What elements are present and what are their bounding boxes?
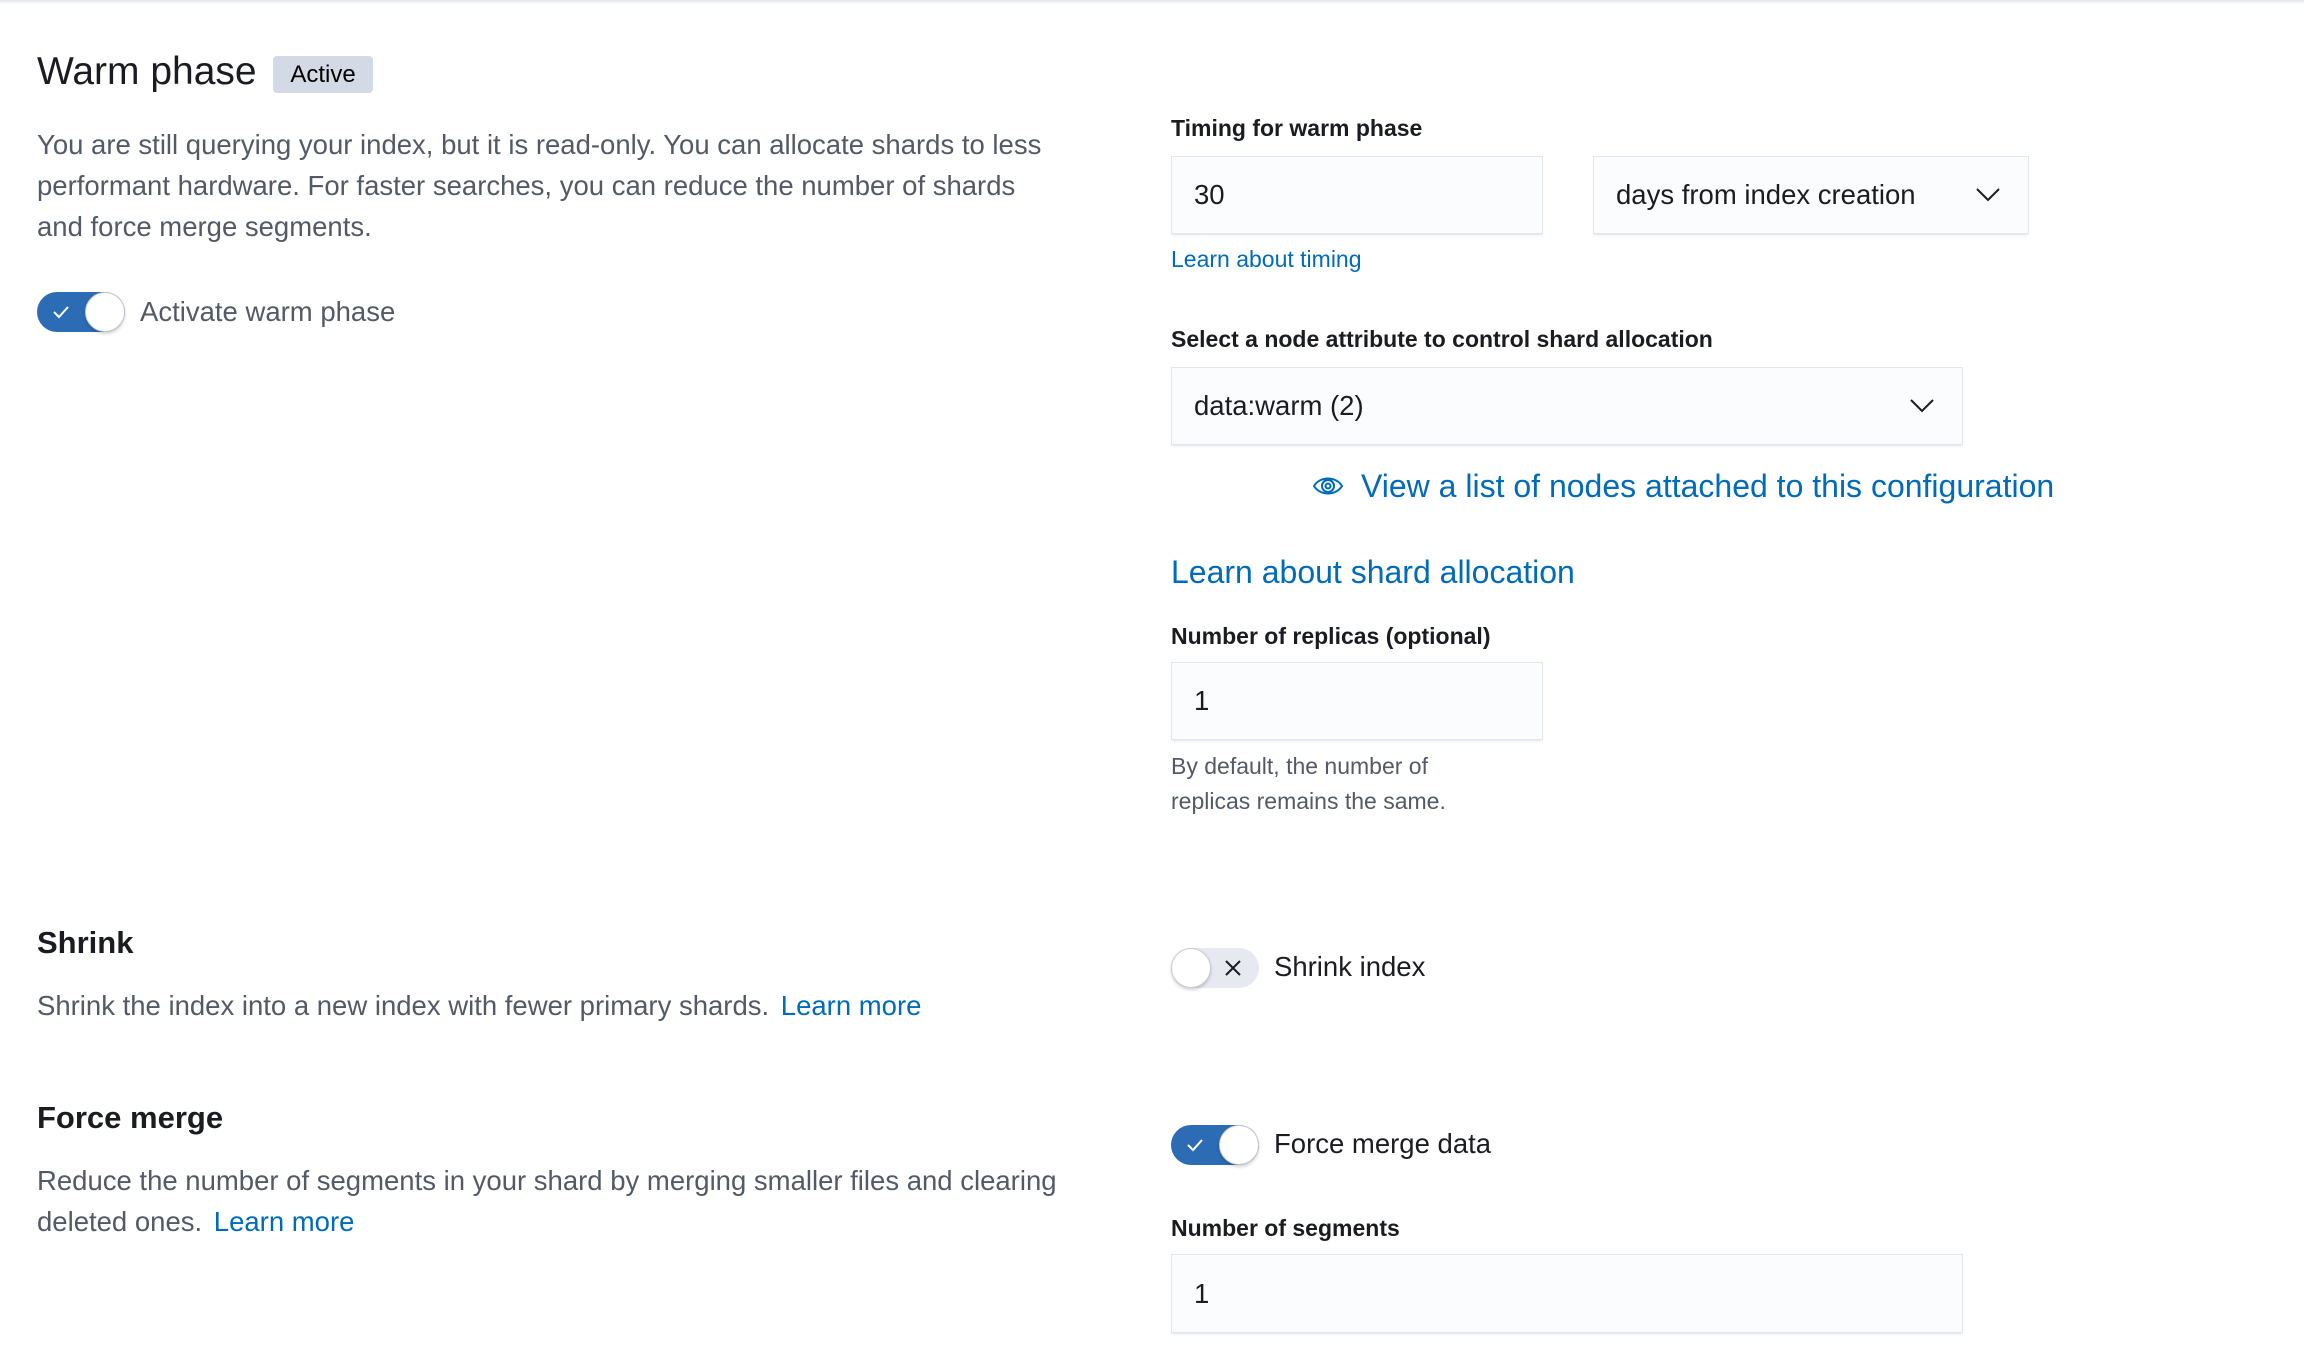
status-badge: Active [273, 56, 373, 93]
check-icon [53, 306, 69, 319]
phase-description-line-3: and force merge segments. [37, 211, 372, 242]
replicas-help-line-2: replicas remains the same. [1171, 788, 1446, 814]
allocation-label: Select a node attribute to control shard… [1171, 326, 1713, 352]
force-merge-heading: Force merge [37, 1100, 224, 1135]
force-merge-learn-more-link[interactable]: Learn more [214, 1206, 355, 1237]
replicas-input[interactable]: 1 [1171, 662, 1543, 740]
top-divider [0, 0, 2304, 4]
toggle-knob [85, 292, 125, 332]
shrink-description: Shrink the index into a new index with f… [37, 985, 921, 1026]
segments-value: 1 [1194, 1277, 1210, 1309]
view-nodes-link-text: View a list of nodes attached to this co… [1361, 468, 2055, 504]
phase-description-line-1: You are still querying your index, but i… [37, 129, 1042, 160]
force-merge-label[interactable]: Force merge data [1274, 1124, 1491, 1164]
replicas-label: Number of replicas (optional) [1171, 623, 1491, 649]
timing-value-input[interactable]: 30 [1171, 156, 1543, 234]
chevron-down-icon [1910, 399, 1934, 413]
node-attribute-select[interactable]: data:warm (2) [1171, 367, 1963, 445]
force-merge-description-text: deleted ones. [37, 1206, 203, 1237]
check-icon [1187, 1139, 1203, 1152]
replicas-value: 1 [1194, 685, 1210, 716]
cross-icon [1225, 960, 1241, 976]
force-merge-description-line-1: Reduce the number of segments in your sh… [37, 1165, 1057, 1196]
activate-warm-phase-label[interactable]: Activate warm phase [140, 292, 395, 332]
force-merge-description-line-2: deleted ones. Learn more [37, 1201, 354, 1242]
learn-about-shard-allocation-link[interactable]: Learn about shard allocation [1171, 552, 1575, 592]
node-attribute-value: data:warm (2) [1194, 390, 1364, 421]
shrink-description-text: Shrink the index into a new index with f… [37, 990, 770, 1021]
shrink-index-toggle[interactable] [1171, 948, 1259, 988]
toggle-knob [1171, 948, 1211, 988]
timing-label: Timing for warm phase [1171, 115, 1423, 141]
timing-unit-value: days from index creation [1616, 179, 1916, 210]
toggle-knob [1219, 1125, 1259, 1165]
phase-title: Warm phase [37, 50, 257, 93]
segments-label: Number of segments [1171, 1215, 1400, 1241]
segments-input[interactable]: 1 [1171, 1254, 1963, 1333]
shrink-index-label[interactable]: Shrink index [1274, 947, 1425, 987]
view-nodes-link[interactable]: View a list of nodes attached to this co… [1312, 466, 2054, 506]
force-merge-toggle[interactable] [1171, 1125, 1259, 1165]
eye-icon [1312, 477, 1344, 495]
chevron-down-icon [1976, 188, 2000, 202]
timing-unit-select[interactable]: days from index creation [1593, 156, 2029, 234]
activate-warm-phase-toggle[interactable] [37, 292, 125, 332]
replicas-help-line-1: By default, the number of [1171, 753, 1428, 779]
shrink-heading: Shrink [37, 925, 134, 960]
phase-description-line-2: performant hardware. For faster searches… [37, 170, 1016, 201]
learn-about-timing-link[interactable]: Learn about timing [1171, 244, 1362, 274]
timing-value: 30 [1194, 179, 1225, 210]
shrink-learn-more-link[interactable]: Learn more [781, 990, 922, 1021]
